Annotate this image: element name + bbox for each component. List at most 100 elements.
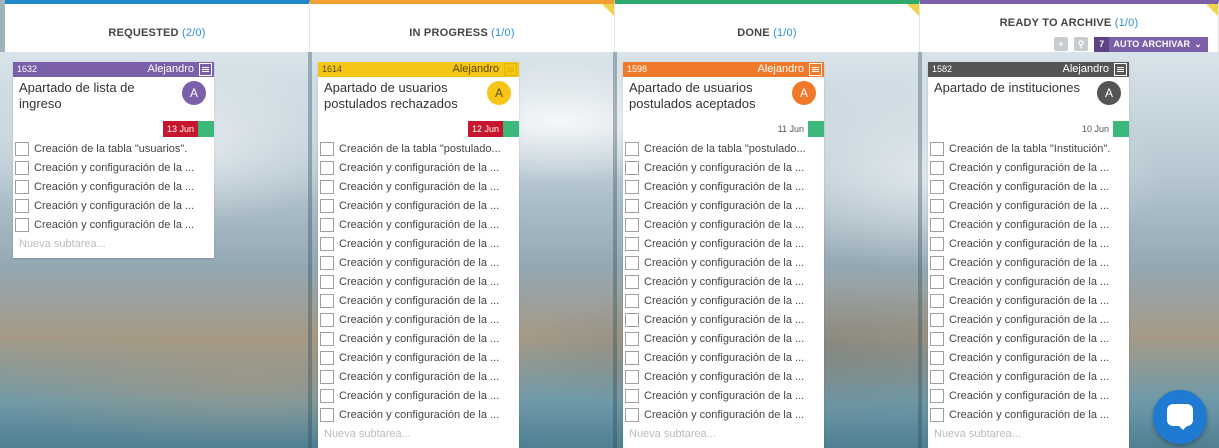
subtask-checkbox[interactable] <box>930 198 944 213</box>
subtask-checkbox[interactable] <box>625 255 639 270</box>
subtask-checkbox[interactable] <box>320 293 334 308</box>
subtask-checkbox[interactable] <box>320 369 334 384</box>
hamburger-menu-icon[interactable] <box>504 63 517 76</box>
subtask-label[interactable]: Creación y configuración de la ... <box>644 314 804 326</box>
subtask-label[interactable]: Creación y configuración de la ... <box>949 219 1109 231</box>
subtask-checkbox[interactable] <box>15 141 29 156</box>
subtask-label[interactable]: Creación y configuración de la ... <box>339 295 499 307</box>
subtask-label[interactable]: Creación de la tabla "postulado... <box>339 143 501 155</box>
subtask-checkbox[interactable] <box>15 217 29 232</box>
subtask-checkbox[interactable] <box>930 255 944 270</box>
subtask-label[interactable]: Creación y configuración de la ... <box>339 371 499 383</box>
subtask-checkbox[interactable] <box>320 407 334 422</box>
subtask-checkbox[interactable] <box>15 160 29 175</box>
subtask-label[interactable]: Creación y configuración de la ... <box>644 162 804 174</box>
subtask-label[interactable]: Creación y configuración de la ... <box>34 200 194 212</box>
subtask-checkbox[interactable] <box>320 255 334 270</box>
subtask-label[interactable]: Creación y configuración de la ... <box>644 333 804 345</box>
subtask-label[interactable]: Creación y configuración de la ... <box>339 219 499 231</box>
card-title[interactable]: Apartado de usuarios postulados aceptado… <box>629 80 779 112</box>
avatar[interactable]: A <box>1097 81 1121 105</box>
subtask-checkbox[interactable] <box>625 141 639 156</box>
due-date-badge[interactable]: 13 Jun <box>162 121 198 137</box>
avatar[interactable]: A <box>792 81 816 105</box>
subtask-label[interactable]: Creación y configuración de la ... <box>339 200 499 212</box>
subtask-label[interactable]: Creación y configuración de la ... <box>644 352 804 364</box>
subtask-label[interactable]: Creación y configuración de la ... <box>949 200 1109 212</box>
new-subtask-input[interactable]: Nueva subtarea... <box>15 234 214 254</box>
due-date-badge[interactable]: 11 Jun <box>773 121 808 137</box>
new-subtask-input[interactable]: Nueva subtarea... <box>320 424 519 444</box>
hamburger-menu-icon[interactable] <box>809 63 822 76</box>
subtask-label[interactable]: Creación y configuración de la ... <box>644 219 804 231</box>
subtask-label[interactable]: Creación y configuración de la ... <box>949 409 1109 421</box>
subtask-label[interactable]: Creación y configuración de la ... <box>949 352 1109 364</box>
subtask-checkbox[interactable] <box>930 236 944 251</box>
subtask-checkbox[interactable] <box>320 331 334 346</box>
subtask-label[interactable]: Creación y configuración de la ... <box>339 333 499 345</box>
task-card[interactable]: 1614 Alejandro Apartado de usuarios postul… <box>318 62 519 448</box>
subtask-checkbox[interactable] <box>320 236 334 251</box>
subtask-checkbox[interactable] <box>320 274 334 289</box>
subtask-checkbox[interactable] <box>15 179 29 194</box>
subtask-label[interactable]: Creación de la tabla "postulado... <box>644 143 806 155</box>
subtask-label[interactable]: Creación y configuración de la ... <box>339 390 499 402</box>
subtask-checkbox[interactable] <box>625 388 639 403</box>
subtask-label[interactable]: Creación y configuración de la ... <box>644 257 804 269</box>
subtask-label[interactable]: Creación y configuración de la ... <box>644 295 804 307</box>
subtask-checkbox[interactable] <box>625 236 639 251</box>
subtask-checkbox[interactable] <box>625 198 639 213</box>
subtask-checkbox[interactable] <box>625 350 639 365</box>
subtask-label[interactable]: Creación y configuración de la ... <box>339 238 499 250</box>
subtask-label[interactable]: Creación de la tabla "Institución". <box>949 143 1110 155</box>
task-card[interactable]: 1582 Alejandro Apartado de instituciones A 1… <box>928 62 1129 448</box>
subtask-label[interactable]: Creación y configuración de la ... <box>949 238 1109 250</box>
task-card[interactable]: 1632 Alejandro Apartado de lista de ingres… <box>13 62 214 258</box>
hamburger-menu-icon[interactable] <box>199 63 212 76</box>
subtask-label[interactable]: Creación y configuración de la ... <box>949 181 1109 193</box>
subtask-checkbox[interactable] <box>625 274 639 289</box>
subtask-label[interactable]: Creación y configuración de la ... <box>949 390 1109 402</box>
subtask-label[interactable]: Creación y configuración de la ... <box>644 371 804 383</box>
subtask-label[interactable]: Creación de la tabla "usuarios". <box>34 143 187 155</box>
subtask-checkbox[interactable] <box>930 331 944 346</box>
subtask-label[interactable]: Creación y configuración de la ... <box>949 162 1109 174</box>
subtask-checkbox[interactable] <box>930 350 944 365</box>
subtask-checkbox[interactable] <box>625 160 639 175</box>
due-date-badge[interactable]: 12 Jun <box>467 121 503 137</box>
subtask-label[interactable]: Creación y configuración de la ... <box>644 409 804 421</box>
subtask-checkbox[interactable] <box>930 312 944 327</box>
subtask-checkbox[interactable] <box>320 350 334 365</box>
subtask-checkbox[interactable] <box>320 198 334 213</box>
card-title[interactable]: Apartado de usuarios postulados rechazad… <box>324 80 474 112</box>
subtask-checkbox[interactable] <box>930 388 944 403</box>
subtask-label[interactable]: Creación y configuración de la ... <box>949 333 1109 345</box>
subtask-label[interactable]: Creación y configuración de la ... <box>949 314 1109 326</box>
avatar[interactable]: A <box>487 81 511 105</box>
subtask-label[interactable]: Creación y configuración de la ... <box>949 276 1109 288</box>
expand-icon[interactable]: + <box>1054 37 1069 51</box>
subtask-checkbox[interactable] <box>930 217 944 232</box>
subtask-label[interactable]: Creación y configuración de la ... <box>949 295 1109 307</box>
subtask-label[interactable]: Creación y configuración de la ... <box>644 200 804 212</box>
hamburger-menu-icon[interactable] <box>1114 63 1127 76</box>
subtask-label[interactable]: Creación y configuración de la ... <box>34 181 194 193</box>
due-date-badge[interactable]: 10 Jun <box>1077 121 1113 137</box>
card-title[interactable]: Apartado de instituciones <box>934 80 1084 96</box>
subtask-label[interactable]: Creación y configuración de la ... <box>339 257 499 269</box>
subtask-checkbox[interactable] <box>320 217 334 232</box>
subtask-checkbox[interactable] <box>625 331 639 346</box>
subtask-label[interactable]: Creación y configuración de la ... <box>339 314 499 326</box>
new-subtask-input[interactable]: Nueva subtarea... <box>930 424 1129 444</box>
subtask-checkbox[interactable] <box>930 179 944 194</box>
subtask-checkbox[interactable] <box>930 160 944 175</box>
subtask-label[interactable]: Creación y configuración de la ... <box>949 257 1109 269</box>
subtask-label[interactable]: Creación y configuración de la ... <box>339 276 499 288</box>
subtask-checkbox[interactable] <box>930 369 944 384</box>
subtask-label[interactable]: Creación y configuración de la ... <box>644 390 804 402</box>
auto-archive-button[interactable]: 7 AUTO ARCHIVAR ⌄ <box>1094 36 1208 52</box>
avatar[interactable]: A <box>182 81 206 105</box>
subtask-checkbox[interactable] <box>320 141 334 156</box>
subtask-label[interactable]: Creación y configuración de la ... <box>339 409 499 421</box>
new-subtask-input[interactable]: Nueva subtarea... <box>625 424 824 444</box>
